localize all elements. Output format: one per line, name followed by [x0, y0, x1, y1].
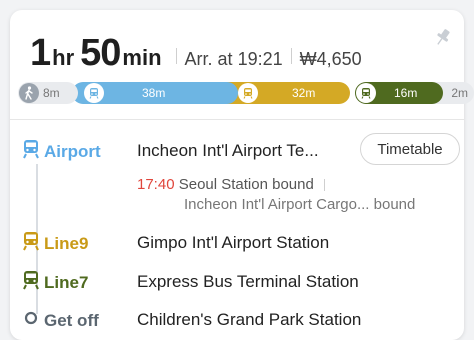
step-label: Line7 — [44, 272, 89, 292]
duration-hours-unit: hr — [52, 45, 75, 70]
divider — [290, 48, 292, 64]
duration-minutes-unit: min — [122, 45, 162, 70]
divider — [175, 48, 177, 64]
step-label: Get off — [44, 310, 99, 330]
step-label: Line9 — [44, 233, 89, 253]
duration-hours: 1 — [30, 32, 51, 74]
fare: ₩4,650 — [299, 49, 362, 69]
train-icon — [22, 139, 40, 164]
departure-info: 17:40 Seoul Station bound — [137, 176, 326, 193]
segment-duration: 38m — [142, 86, 166, 100]
step-station[interactable]: Gimpo Int'l Airport Station — [137, 233, 329, 253]
route-timeline-bar: 16m 2m 32m 38m 8m — [18, 82, 474, 104]
divider — [324, 179, 326, 192]
train-icon — [238, 83, 258, 103]
step-station[interactable]: Incheon Int'l Airport Te... — [137, 141, 319, 161]
train-icon — [356, 83, 376, 103]
walk-end-duration: 2m — [451, 86, 468, 100]
step-label: Airport — [44, 141, 101, 161]
departure-direction: Seoul Station bound — [178, 176, 314, 193]
duration-minutes: 50 — [80, 32, 121, 74]
section-divider — [10, 119, 464, 120]
pin-icon[interactable] — [432, 26, 454, 48]
arrival-time: Arr. at 19:21 — [184, 49, 283, 69]
step-line9[interactable]: Line9 — [22, 231, 88, 256]
next-departure-direction: Incheon Int'l Airport Cargo... bound — [184, 196, 416, 213]
step-station[interactable]: Children's Grand Park Station — [137, 310, 361, 330]
train-icon — [84, 83, 104, 103]
route-summary: 1 hr 50 min Arr. at 19:21 ₩4,650 — [30, 32, 362, 74]
step-airport[interactable]: Airport — [22, 139, 101, 164]
segment-line7: 16m 2m — [355, 82, 474, 104]
segment-airport: 38m — [72, 82, 238, 104]
departure-time: 17:40 — [137, 176, 175, 193]
segment-duration: 32m — [292, 86, 316, 100]
train-icon — [22, 270, 40, 295]
segment-walk: 8m — [18, 82, 78, 104]
step-station[interactable]: Express Bus Terminal Station — [137, 272, 359, 292]
segment-duration: 16m — [394, 86, 418, 100]
walk-start-duration: 8m — [43, 86, 60, 100]
timetable-button[interactable]: Timetable — [360, 133, 460, 165]
train-icon — [22, 231, 40, 256]
step-line7[interactable]: Line7 — [22, 270, 88, 295]
walk-icon — [19, 83, 39, 103]
